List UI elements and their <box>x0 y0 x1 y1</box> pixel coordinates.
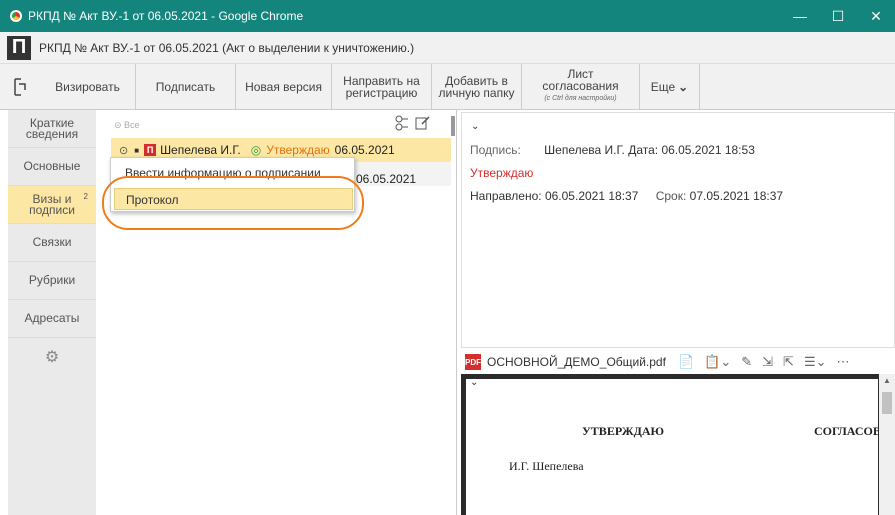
maximize-button[interactable]: ☐ <box>819 0 857 32</box>
nav-item-main[interactable]: Основные <box>8 148 96 186</box>
pdf-viewer: ⌄ УТВЕРЖДАЮ СОГЛАСОВ И.Г. Шепелева ▲ <box>461 374 895 515</box>
chevron-down-icon: ⌄ <box>678 79 689 94</box>
expand-icon[interactable]: ⇱ <box>783 354 794 370</box>
settings-gear-icon[interactable]: ⚙ <box>8 338 96 376</box>
due-label: Срок: <box>655 189 687 203</box>
export-icon[interactable]: ⇲ <box>762 354 773 370</box>
document-header: П РКПД № Акт ВУ.-1 от 06.05.2021 (Акт о … <box>0 32 895 64</box>
visa-person: Шепелева И.Г. <box>160 143 241 157</box>
bullet-icon: ■ <box>134 145 140 155</box>
visa-status: Утверждаю <box>266 143 330 157</box>
send-registration-line1: Направить на <box>343 73 420 88</box>
more-options-icon[interactable]: ⋯ <box>837 354 850 370</box>
pages-menu-icon[interactable]: ☰⌄ <box>804 354 827 370</box>
add-folder-button[interactable]: Добавить в личную папку <box>432 64 522 109</box>
scroll-thumb[interactable] <box>882 392 892 414</box>
details-status: Утверждаю <box>470 166 534 180</box>
pdf-approve-heading: УТВЕРЖДАЮ <box>582 424 665 438</box>
nav-item-summary[interactable]: Краткие сведения <box>8 110 96 148</box>
sent-info-row: Направлено: 06.05.2021 18:37 Срок: 07.05… <box>470 189 783 203</box>
back-button[interactable] <box>0 64 40 109</box>
more-button[interactable]: Еще ⌄ <box>640 64 700 109</box>
nav-links-label: Связки <box>32 235 72 249</box>
details-chevron-icon[interactable]: ⌄ <box>471 121 479 132</box>
edit-icon[interactable] <box>414 115 430 131</box>
nav-item-rubrics[interactable]: Рубрики <box>8 262 96 300</box>
sign-button-label: Подписать <box>155 79 216 94</box>
document-icon[interactable]: 📄 <box>678 354 694 370</box>
viewer-toolbar: PDF ОСНОВНОЙ_ДЕМО_Общий.pdf 📄 📋⌄ ✎ ⇲ ⇱ ☰… <box>461 350 895 374</box>
divider <box>456 110 457 515</box>
pdf-file-icon: PDF <box>465 354 481 370</box>
window-controls: — ☐ ✕ <box>781 0 895 32</box>
tree-icon[interactable] <box>394 115 410 131</box>
pdf-chevron-icon: ⌄ <box>470 379 479 388</box>
sent-label: Направлено: <box>470 189 542 203</box>
left-nav: Краткие сведения Основные Визы и подписи 2… <box>8 110 96 515</box>
sent-value: 06.05.2021 18:37 <box>544 189 639 203</box>
document-title: РКПД № Акт ВУ.-1 от 06.05.2021 (Акт о вы… <box>39 40 415 55</box>
add-folder-line1: Добавить в <box>445 73 508 88</box>
sign-label: Подпись: <box>470 143 521 157</box>
visa-details-panel: ⌄ Подпись: Шепелева И.Г. Дата: 06.05.202… <box>461 112 895 348</box>
nav-visas-badge: 2 <box>83 192 88 201</box>
pdf-page: ⌄ УТВЕРЖДАЮ СОГЛАСОВ И.Г. Шепелева <box>466 379 878 515</box>
visa-button[interactable]: Визировать <box>40 64 136 109</box>
visa-row-2-date: 06.05.2021 <box>356 172 417 186</box>
pdf-signer-name: И.Г. Шепелева <box>509 459 584 473</box>
all-toggle[interactable]: ⊝ Все <box>114 120 140 131</box>
minimize-button[interactable]: — <box>781 0 819 32</box>
chrome-icon <box>10 10 22 22</box>
send-registration-line2: регистрацию <box>345 85 418 100</box>
viewer-tools: 📄 📋⌄ ✎ ⇲ ⇱ ☰⌄ ⋯ <box>678 354 850 370</box>
visa-panel-tools <box>394 115 430 134</box>
signature-type-icon: П <box>144 144 157 156</box>
scroll-up-icon[interactable]: ▲ <box>883 376 891 385</box>
app-logo-icon: П <box>7 35 31 60</box>
window-title: РКПД № Акт ВУ.-1 от 06.05.2021 - Google … <box>28 9 304 23</box>
nav-item-links[interactable]: Связки <box>8 224 96 262</box>
pdf-agree-heading: СОГЛАСОВ <box>814 424 878 438</box>
edit-pen-icon[interactable]: ✎ <box>741 354 752 370</box>
attach-menu-icon[interactable]: 📋⌄ <box>704 354 731 370</box>
more-label: Еще <box>650 79 676 94</box>
pdf-file-name[interactable]: ОСНОВНОЙ_ДЕМО_Общий.pdf <box>487 355 666 369</box>
approved-icon: ◎ <box>250 143 262 157</box>
nav-item-visas[interactable]: Визы и подписи 2 <box>8 186 96 224</box>
nav-summary-line2: сведения <box>25 126 79 141</box>
nav-visas-line2: подписи <box>29 202 75 217</box>
annotation-highlight <box>102 176 364 230</box>
due-value: 07.05.2021 18:37 <box>689 189 784 203</box>
sign-info-row: Подпись: Шепелева И.Г. Дата: 06.05.2021 … <box>470 143 755 157</box>
nav-main-label: Основные <box>23 159 81 173</box>
nav-addressees-label: Адресаты <box>24 311 80 325</box>
panel-splitter[interactable] <box>451 116 455 136</box>
window-titlebar: РКПД № Акт ВУ.-1 от 06.05.2021 - Google … <box>0 0 895 32</box>
approval-sheet-hint: (с Ctrl для настройки) <box>544 95 617 102</box>
visa-button-label: Визировать <box>55 79 120 94</box>
add-folder-line2: личную папку <box>438 85 515 100</box>
new-version-button[interactable]: Новая версия <box>236 64 332 109</box>
sign-button[interactable]: Подписать <box>136 64 236 109</box>
new-version-label: Новая версия <box>245 79 322 94</box>
main-toolbar: Визировать Подписать Новая версия Направ… <box>0 64 895 110</box>
visa-panel-top: ⊝ Все <box>96 110 451 138</box>
approval-sheet-button[interactable]: Лист согласования (с Ctrl для настройки) <box>522 64 640 109</box>
nav-rubrics-label: Рубрики <box>28 273 76 287</box>
approval-sheet-line2: согласования <box>542 79 619 93</box>
pdf-scrollbar[interactable]: ▲ <box>879 374 895 515</box>
visa-date: 06.05.2021 <box>334 143 395 157</box>
back-icon <box>14 77 26 96</box>
collapse-icon[interactable]: ⊙ <box>119 144 128 157</box>
sign-value: Шепелева И.Г. Дата: 06.05.2021 18:53 <box>544 143 755 157</box>
nav-item-addressees[interactable]: Адресаты <box>8 300 96 338</box>
send-registration-button[interactable]: Направить на регистрацию <box>332 64 432 109</box>
close-button[interactable]: ✕ <box>857 0 895 32</box>
